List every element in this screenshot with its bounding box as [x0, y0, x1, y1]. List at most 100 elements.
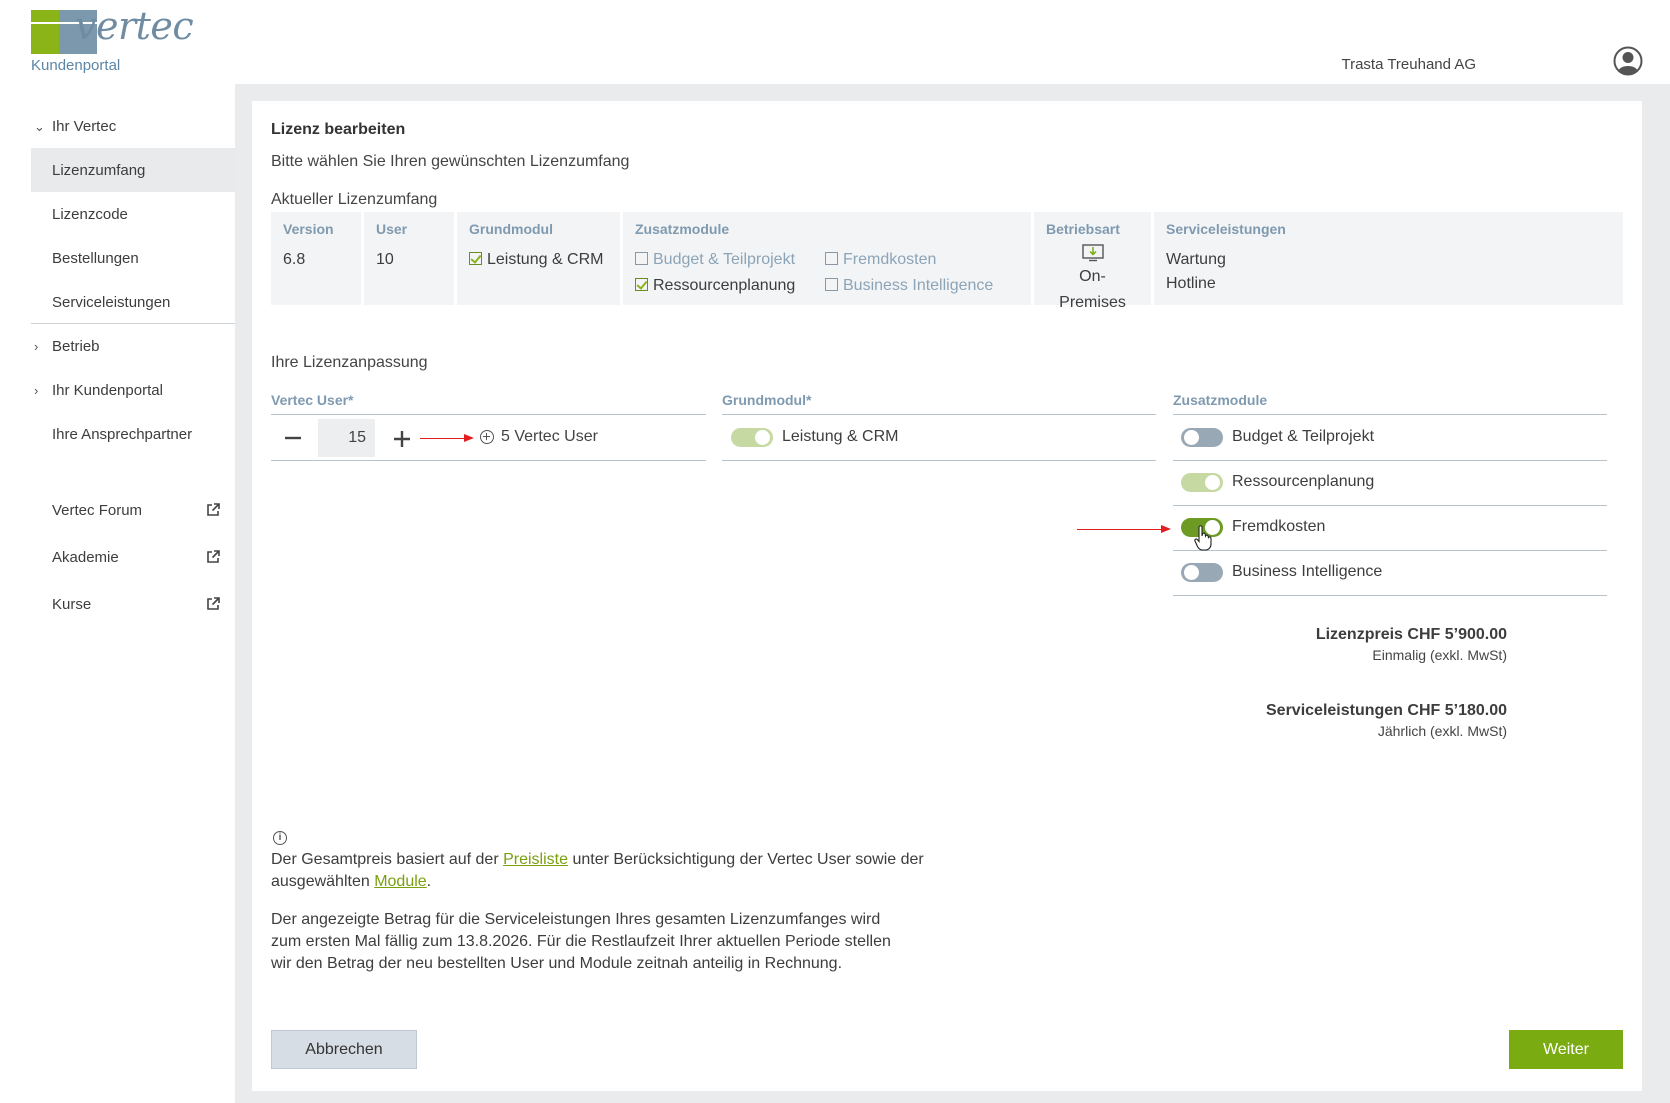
cancel-button[interactable]: Abbrechen [271, 1030, 417, 1069]
col-user: User 10 [364, 212, 454, 305]
info-text-service: Der angezeigte Betrag für die Servicelei… [271, 911, 891, 972]
user-delta: 5 Vertec User [480, 428, 598, 446]
divider [1173, 595, 1607, 596]
col-header: User [376, 221, 408, 237]
service-price-block: Serviceleistungen CHF 5’180.00 Jährlich … [1266, 702, 1507, 739]
sidebar: ⌄ Ihr Vertec Lizenzumfang Lizenzcode Bes… [0, 84, 235, 1103]
zusatz-item: Business Intelligence [825, 273, 1015, 299]
zusatz-item: Fremdkosten [825, 247, 1015, 273]
sidebar-link-vertec-forum[interactable]: Vertec Forum [31, 488, 235, 532]
version-value: 6.8 [283, 251, 306, 268]
annotation-arrowhead [464, 434, 474, 442]
col-header: Version [283, 221, 334, 237]
decrement-button[interactable] [283, 427, 303, 447]
toggle-label: Ressourcenplanung [1232, 473, 1375, 490]
grundmodul-toggle-label: Leistung & CRM [782, 428, 899, 445]
toggle-ressourcenplanung [1181, 473, 1223, 492]
divider [1173, 550, 1607, 551]
zusatz-label: Fremdkosten [843, 251, 937, 268]
divider [722, 414, 1156, 415]
sidebar-item-label: Lizenzcode [52, 205, 128, 223]
service-price-note: Jährlich (exkl. MwSt) [1377, 723, 1507, 739]
toggle-label: Budget & Teilprojekt [1232, 428, 1375, 445]
license-price: Lizenzpreis CHF 5’900.00 [1315, 626, 1507, 643]
sidebar-group-ihr-vertec[interactable]: ⌄ Ihr Vertec [31, 104, 235, 148]
col-header: Serviceleistungen [1166, 221, 1286, 237]
unchecked-icon [635, 252, 648, 265]
service-price: Serviceleistungen CHF 5’180.00 [1266, 702, 1507, 719]
info-text-part: . [426, 873, 432, 890]
divider [271, 414, 706, 415]
zusatz-label: Budget & Teilprojekt [653, 251, 796, 268]
chevron-right-icon: › [34, 383, 39, 398]
annotation-arrowhead [1161, 525, 1171, 533]
toggle-business-intelligence[interactable] [1181, 563, 1223, 582]
info-text-part: Der Gesamtpreis basiert auf der [271, 851, 504, 868]
user-count-input[interactable]: 15 [318, 419, 375, 457]
current-license-heading: Aktueller Lizenzumfang [271, 191, 438, 208]
divider [722, 460, 1156, 461]
col-serviceleistungen: Serviceleistungen Wartung Hotline [1154, 212, 1623, 305]
sidebar-group-betrieb[interactable]: › Betrieb [31, 324, 235, 368]
sidebar-item-label: Vertec Forum [52, 501, 143, 519]
zusatz-grid: Budget & Teilprojekt Fremdkosten Ressour… [635, 247, 1019, 299]
logo-word: vertec [75, 4, 194, 48]
next-button[interactable]: Weiter [1509, 1030, 1623, 1069]
toggle-label: Business Intelligence [1232, 563, 1383, 580]
sidebar-link-akademie[interactable]: Akademie [31, 535, 235, 579]
page-title: Lizenz bearbeiten [271, 121, 406, 138]
col-version: Version 6.8 [271, 212, 361, 305]
checked-icon [635, 278, 648, 291]
company-name[interactable]: Trasta Treuhand AG [1341, 56, 1476, 73]
info-text-price: Der Gesamtpreis basiert auf der Preislis… [271, 849, 931, 893]
user-value: 10 [376, 251, 394, 268]
betriebsart-value: On-Premises [1059, 268, 1126, 311]
sidebar-item-label: Kurse [52, 595, 92, 613]
module-link[interactable]: Module [374, 873, 426, 890]
hand-cursor-icon [1194, 525, 1212, 551]
current-license-table: Version 6.8 User 10 Grundmodul Leistung … [271, 212, 1623, 311]
sidebar-group-kundenportal[interactable]: › Ihr Kundenportal [31, 368, 235, 412]
zusatz-label: Business Intelligence [843, 277, 994, 294]
user-avatar-icon[interactable] [1613, 46, 1643, 76]
license-price-block: Lizenzpreis CHF 5’900.00 Einmalig (exkl.… [1316, 626, 1507, 663]
sidebar-item-label: Lizenzumfang [52, 161, 146, 179]
zusatz-item: Budget & Teilprojekt [635, 247, 825, 273]
annotation-arrow [1077, 529, 1162, 530]
sidebar-item-lizenzumfang[interactable]: Lizenzumfang [31, 148, 235, 192]
vertec-logo[interactable]: vertec [31, 4, 194, 54]
sidebar-link-kurse[interactable]: Kurse [31, 582, 235, 626]
col-grundmodul: Grundmodul Leistung & CRM [457, 212, 620, 305]
unchecked-icon [825, 278, 838, 291]
col-header: Zusatzmodule [635, 221, 730, 237]
sidebar-item-bestellungen[interactable]: Bestellungen [31, 236, 235, 280]
preisliste-link[interactable]: Preisliste [503, 851, 568, 868]
external-link-icon [207, 550, 220, 563]
page-subtitle: Bitte wählen Sie Ihren gewünschten Lizen… [271, 153, 630, 170]
col-grund-header: Grundmodul* [722, 392, 812, 408]
plus-circle-icon [480, 430, 494, 444]
external-link-icon [207, 597, 220, 610]
grundmodul-toggle [731, 428, 773, 447]
divider [1173, 460, 1607, 461]
annotation-arrow [420, 438, 465, 439]
sidebar-group-label: Betrieb [52, 337, 100, 355]
col-header: Grundmodul [469, 221, 553, 237]
col-header: Betriebsart [1046, 221, 1120, 237]
sidebar-item-ansprechpartner[interactable]: Ihre Ansprechpartner [31, 412, 235, 456]
col-user-header: Vertec User* [271, 392, 354, 408]
sidebar-item-label: Akademie [52, 548, 119, 566]
sidebar-item-label: Bestellungen [52, 249, 139, 267]
license-price-note: Einmalig (exkl. MwSt) [1372, 647, 1507, 663]
header: vertec Kundenportal Trasta Treuhand AG [0, 0, 1670, 84]
grundmodul-value: Leistung & CRM [469, 247, 608, 273]
service-value: Wartung [1166, 251, 1226, 268]
toggle-budget-teilprojekt[interactable] [1181, 428, 1223, 447]
sidebar-item-lizenzcode[interactable]: Lizenzcode [31, 192, 235, 236]
checked-icon [469, 252, 482, 265]
increment-button[interactable] [392, 429, 412, 449]
adjust-heading: Ihre Lizenzanpassung [271, 354, 428, 371]
grundmodul-label: Leistung & CRM [487, 251, 604, 268]
col-zusatzmodule: Zusatzmodule Budget & Teilprojekt Fremdk… [623, 212, 1031, 305]
sidebar-item-serviceleistungen[interactable]: Serviceleistungen [31, 280, 235, 324]
